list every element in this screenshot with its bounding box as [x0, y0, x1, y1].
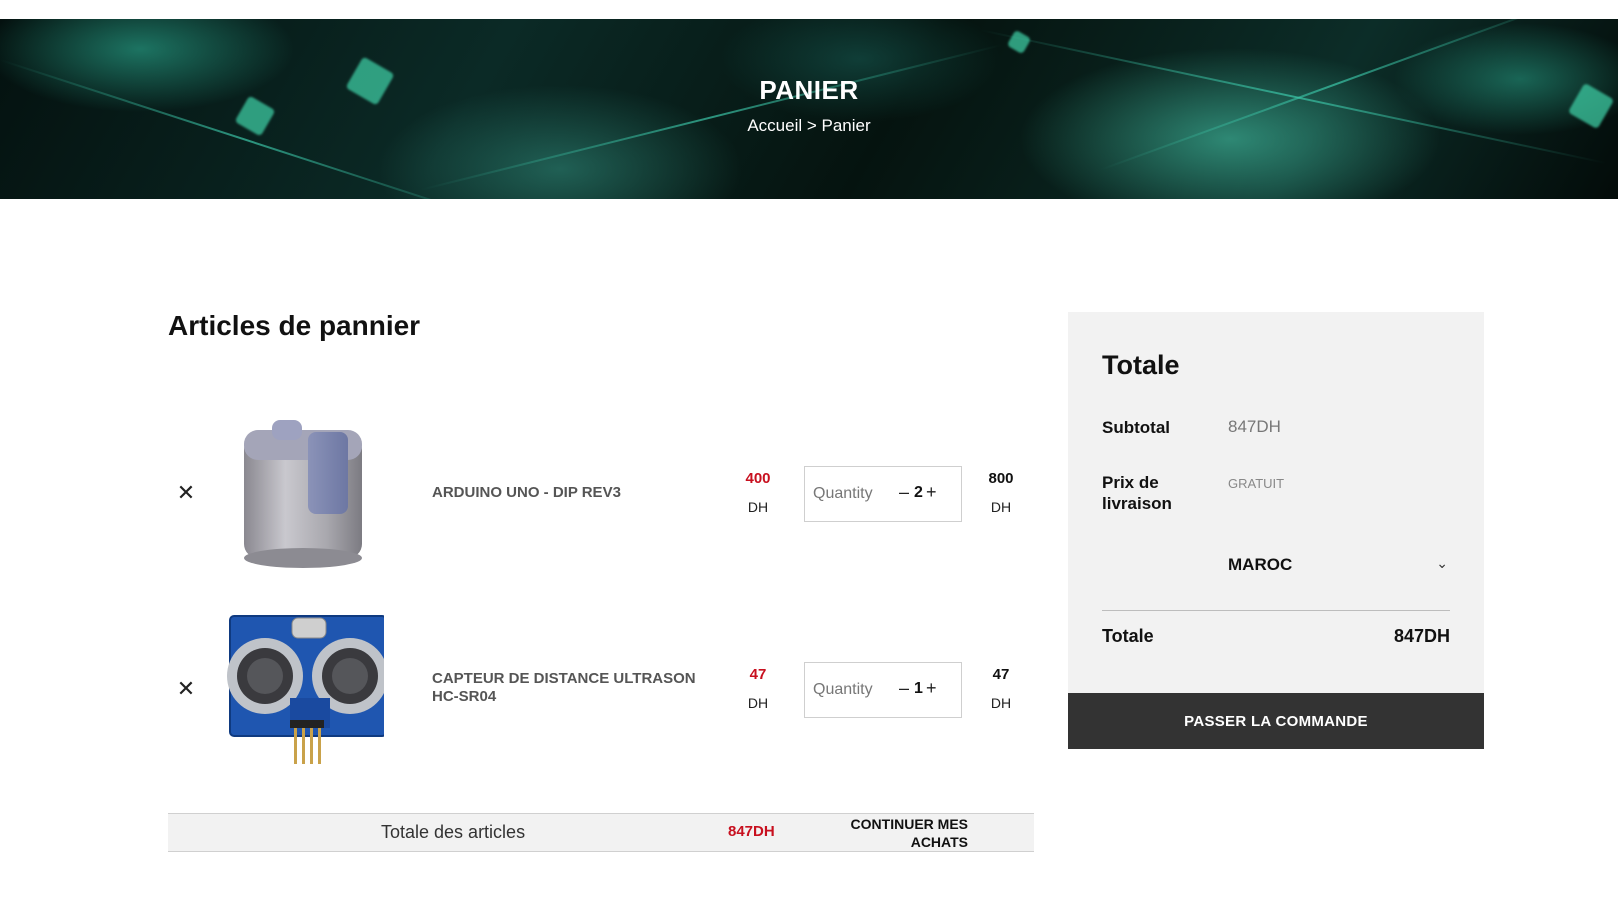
subtotal-label: Subtotal [1102, 418, 1170, 437]
cart-item-row: ✕ ARDUINO UNO - DIP REV3 400 DH Quantity… [168, 414, 1034, 574]
top-bar [0, 0, 1618, 19]
unit-price: 47 DH [728, 666, 788, 711]
shipping-label: Prix de livraison [1102, 473, 1172, 513]
unit-price-currency: DH [747, 695, 769, 711]
decrease-quantity-button[interactable]: – [899, 482, 909, 503]
line-total-currency: DH [990, 499, 1012, 515]
line-total-value: 800 [988, 470, 1014, 487]
items-total-label: Totale des articles [381, 822, 526, 842]
breadcrumb-home-link[interactable]: Accueil [747, 116, 802, 135]
items-total-value: 847DH [728, 823, 775, 840]
page-title: PANIER [759, 75, 859, 105]
grand-total-value: 847DH [1393, 626, 1450, 646]
product-image [224, 414, 384, 574]
quantity-value[interactable]: 2 [914, 484, 923, 502]
quantity-label: Quantity [813, 485, 873, 502]
checkout-button[interactable]: PASSER LA COMMANDE [1068, 693, 1484, 749]
unit-price-value: 400 [745, 470, 771, 487]
quantity-stepper: Quantity – 2 + [804, 466, 962, 522]
quantity-stepper: Quantity – 1 + [804, 662, 962, 718]
sensor-cylinder-image [244, 420, 362, 568]
product-name[interactable]: ARDUINO UNO - DIP REV3 [432, 484, 621, 502]
breadcrumb-separator: > [802, 116, 822, 135]
product-name[interactable]: CAPTEUR DE DISTANCE ULTRASON HC-SR04 [432, 670, 702, 706]
grand-total-label: Totale [1102, 626, 1154, 646]
shipping-value: GRATUIT [1228, 476, 1285, 491]
subtotal-value: 847DH [1228, 417, 1281, 436]
quantity-label: Quantity [813, 681, 873, 698]
hc-sr04-module-image [227, 615, 388, 764]
country-value: MAROC [1228, 555, 1293, 574]
order-summary-panel: Totale Subtotal 847DH Prix de livraison … [1068, 312, 1484, 749]
decrease-quantity-button[interactable]: – [899, 678, 909, 699]
line-total-currency: DH [990, 695, 1012, 711]
unit-price: 400 DH [728, 470, 788, 515]
country-select[interactable]: MAROC ⌄ [1228, 553, 1448, 579]
quantity-value[interactable]: 1 [914, 680, 923, 698]
increase-quantity-button[interactable]: + [926, 482, 937, 503]
hero-square [1006, 29, 1032, 55]
hero-banner: PANIER Accueil > Panier [0, 19, 1618, 199]
unit-price-value: 47 [749, 666, 767, 683]
cart-footer-bar: Totale des articles 847DH CONTINUER MES … [168, 813, 1034, 852]
remove-item-icon[interactable]: ✕ [176, 483, 196, 505]
cart-section-title: Articles de pannier [168, 310, 421, 341]
breadcrumb: Accueil > Panier [0, 116, 1618, 136]
line-total: 47 DH [976, 666, 1026, 711]
line-total: 800 DH [976, 470, 1026, 515]
product-image [224, 610, 388, 770]
increase-quantity-button[interactable]: + [926, 678, 937, 699]
breadcrumb-current: Panier [821, 116, 871, 135]
unit-price-currency: DH [747, 499, 769, 515]
chevron-down-icon: ⌄ [1436, 555, 1448, 571]
cart-item-row: ✕ CAPTEUR DE DISTANCE ULTRASON HC-SR04 4… [168, 610, 1034, 770]
summary-divider [1102, 610, 1450, 611]
continue-shopping-link[interactable]: CONTINUER MES ACHATS [818, 815, 968, 851]
remove-item-icon[interactable]: ✕ [176, 679, 196, 701]
summary-title: Totale [1102, 350, 1180, 380]
line-total-value: 47 [992, 666, 1010, 683]
